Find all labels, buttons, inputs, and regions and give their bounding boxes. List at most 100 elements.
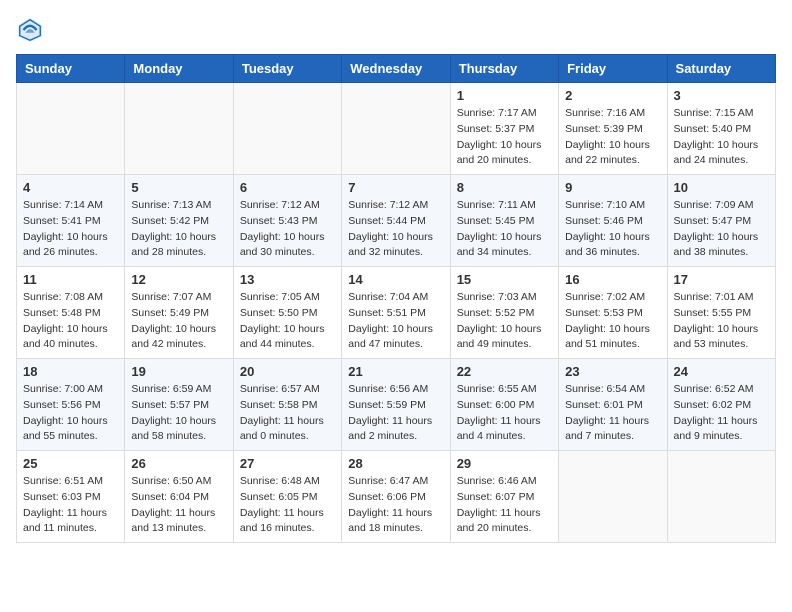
calendar-cell: 15Sunrise: 7:03 AMSunset: 5:52 PMDayligh… (450, 267, 558, 359)
day-number: 1 (457, 88, 552, 103)
day-info: Sunrise: 7:14 AMSunset: 5:41 PMDaylight:… (23, 198, 118, 261)
day-number: 8 (457, 180, 552, 195)
calendar-cell: 9Sunrise: 7:10 AMSunset: 5:46 PMDaylight… (559, 175, 667, 267)
calendar-cell: 22 Sunrise: 6:55 AMSunset: 6:00 PMDayligh… (450, 359, 558, 451)
day-info: Sunrise: 6:57 AMSunset: 5:58 PMDaylight:… (240, 382, 335, 445)
calendar-cell: 14Sunrise: 7:04 AMSunset: 5:51 PMDayligh… (342, 267, 450, 359)
calendar-cell: 5 Sunrise: 7:13 AMSunset: 5:42 PMDaylight… (125, 175, 233, 267)
calendar-week-3: 11 Sunrise: 7:08 AMSunset: 5:48 PMDayligh… (17, 267, 776, 359)
calendar-cell: 18Sunrise: 7:00 AMSunset: 5:56 PMDayligh… (17, 359, 125, 451)
day-number: 20 (240, 364, 335, 379)
calendar-cell: 23 Sunrise: 6:54 AMSunset: 6:01 PMDayligh… (559, 359, 667, 451)
calendar-cell: 12 Sunrise: 7:07 AMSunset: 5:49 PMDayligh… (125, 267, 233, 359)
calendar-cell: 19 Sunrise: 6:59 AMSunset: 5:57 PMDayligh… (125, 359, 233, 451)
calendar-cell: 16Sunrise: 7:02 AMSunset: 5:53 PMDayligh… (559, 267, 667, 359)
day-info: Sunrise: 7:17 AMSunset: 5:37 PMDaylight:… (457, 106, 552, 169)
day-number: 14 (348, 272, 443, 287)
day-info: Sunrise: 7:09 AMSunset: 5:47 PMDaylight:… (674, 198, 769, 261)
calendar-week-2: 4 Sunrise: 7:14 AMSunset: 5:41 PMDaylight… (17, 175, 776, 267)
day-number: 27 (240, 456, 335, 471)
weekday-header-sunday: Sunday (17, 55, 125, 83)
calendar-cell: 8Sunrise: 7:11 AMSunset: 5:45 PMDaylight… (450, 175, 558, 267)
day-number: 7 (348, 180, 443, 195)
calendar-cell: 2 Sunrise: 7:16 AMSunset: 5:39 PMDaylight… (559, 83, 667, 175)
logo-icon (16, 16, 44, 44)
day-info: Sunrise: 7:02 AMSunset: 5:53 PMDaylight:… (565, 290, 660, 353)
day-number: 11 (23, 272, 118, 287)
day-info: Sunrise: 7:12 AMSunset: 5:43 PMDaylight:… (240, 198, 335, 261)
day-number: 3 (674, 88, 769, 103)
day-info: Sunrise: 6:50 AMSunset: 6:04 PMDaylight:… (131, 474, 226, 537)
day-number: 10 (674, 180, 769, 195)
day-info: Sunrise: 7:08 AMSunset: 5:48 PMDaylight:… (23, 290, 118, 353)
day-info: Sunrise: 6:56 AMSunset: 5:59 PMDaylight:… (348, 382, 443, 445)
day-info: Sunrise: 7:13 AMSunset: 5:42 PMDaylight:… (131, 198, 226, 261)
day-number: 23 (565, 364, 660, 379)
day-number: 12 (131, 272, 226, 287)
weekday-header-tuesday: Tuesday (233, 55, 341, 83)
weekday-header-monday: Monday (125, 55, 233, 83)
calendar-cell: 25 Sunrise: 6:51 AMSunset: 6:03 PMDayligh… (17, 451, 125, 543)
calendar-cell: 7 Sunrise: 7:12 AMSunset: 5:44 PMDaylight… (342, 175, 450, 267)
day-number: 9 (565, 180, 660, 195)
day-info: Sunrise: 7:07 AMSunset: 5:49 PMDaylight:… (131, 290, 226, 353)
day-info: Sunrise: 7:16 AMSunset: 5:39 PMDaylight:… (565, 106, 660, 169)
calendar-cell: 1 Sunrise: 7:17 AMSunset: 5:37 PMDaylight… (450, 83, 558, 175)
weekday-header-row: SundayMondayTuesdayWednesdayThursdayFrid… (17, 55, 776, 83)
day-number: 26 (131, 456, 226, 471)
weekday-header-saturday: Saturday (667, 55, 775, 83)
calendar-cell (342, 83, 450, 175)
day-number: 15 (457, 272, 552, 287)
day-number: 5 (131, 180, 226, 195)
day-info: Sunrise: 6:48 AMSunset: 6:05 PMDaylight:… (240, 474, 335, 537)
calendar-cell (17, 83, 125, 175)
logo (16, 16, 46, 44)
day-info: Sunrise: 6:46 AMSunset: 6:07 PMDaylight:… (457, 474, 552, 537)
calendar-week-4: 18Sunrise: 7:00 AMSunset: 5:56 PMDayligh… (17, 359, 776, 451)
calendar-cell: 21 Sunrise: 6:56 AMSunset: 5:59 PMDayligh… (342, 359, 450, 451)
day-number: 28 (348, 456, 443, 471)
calendar-cell (125, 83, 233, 175)
calendar-cell: 11 Sunrise: 7:08 AMSunset: 5:48 PMDayligh… (17, 267, 125, 359)
calendar-cell (233, 83, 341, 175)
weekday-header-thursday: Thursday (450, 55, 558, 83)
day-number: 17 (674, 272, 769, 287)
weekday-header-friday: Friday (559, 55, 667, 83)
calendar-cell: 17 Sunrise: 7:01 AMSunset: 5:55 PMDayligh… (667, 267, 775, 359)
day-number: 21 (348, 364, 443, 379)
calendar-week-5: 25 Sunrise: 6:51 AMSunset: 6:03 PMDayligh… (17, 451, 776, 543)
day-number: 6 (240, 180, 335, 195)
calendar-cell: 29 Sunrise: 6:46 AMSunset: 6:07 PMDayligh… (450, 451, 558, 543)
calendar-cell: 10 Sunrise: 7:09 AMSunset: 5:47 PMDayligh… (667, 175, 775, 267)
calendar-week-1: 1 Sunrise: 7:17 AMSunset: 5:37 PMDaylight… (17, 83, 776, 175)
day-number: 25 (23, 456, 118, 471)
calendar-cell: 27 Sunrise: 6:48 AMSunset: 6:05 PMDayligh… (233, 451, 341, 543)
calendar-cell (667, 451, 775, 543)
day-info: Sunrise: 7:05 AMSunset: 5:50 PMDaylight:… (240, 290, 335, 353)
calendar-cell: 13Sunrise: 7:05 AMSunset: 5:50 PMDayligh… (233, 267, 341, 359)
day-info: Sunrise: 7:12 AMSunset: 5:44 PMDaylight:… (348, 198, 443, 261)
calendar-cell: 28 Sunrise: 6:47 AMSunset: 6:06 PMDayligh… (342, 451, 450, 543)
day-number: 29 (457, 456, 552, 471)
day-number: 19 (131, 364, 226, 379)
weekday-header-wednesday: Wednesday (342, 55, 450, 83)
day-number: 4 (23, 180, 118, 195)
day-info: Sunrise: 7:01 AMSunset: 5:55 PMDaylight:… (674, 290, 769, 353)
page-header (16, 16, 776, 44)
calendar-cell: 26 Sunrise: 6:50 AMSunset: 6:04 PMDayligh… (125, 451, 233, 543)
calendar-cell: 24Sunrise: 6:52 AMSunset: 6:02 PMDayligh… (667, 359, 775, 451)
day-info: Sunrise: 7:00 AMSunset: 5:56 PMDaylight:… (23, 382, 118, 445)
calendar-cell (559, 451, 667, 543)
day-info: Sunrise: 6:54 AMSunset: 6:01 PMDaylight:… (565, 382, 660, 445)
calendar-cell: 4 Sunrise: 7:14 AMSunset: 5:41 PMDaylight… (17, 175, 125, 267)
day-number: 22 (457, 364, 552, 379)
calendar-cell: 6 Sunrise: 7:12 AMSunset: 5:43 PMDaylight… (233, 175, 341, 267)
calendar-cell: 20 Sunrise: 6:57 AMSunset: 5:58 PMDayligh… (233, 359, 341, 451)
day-info: Sunrise: 6:59 AMSunset: 5:57 PMDaylight:… (131, 382, 226, 445)
day-info: Sunrise: 6:55 AMSunset: 6:00 PMDaylight:… (457, 382, 552, 445)
day-number: 24 (674, 364, 769, 379)
day-info: Sunrise: 6:51 AMSunset: 6:03 PMDaylight:… (23, 474, 118, 537)
day-number: 2 (565, 88, 660, 103)
day-info: Sunrise: 7:15 AMSunset: 5:40 PMDaylight:… (674, 106, 769, 169)
day-info: Sunrise: 6:47 AMSunset: 6:06 PMDaylight:… (348, 474, 443, 537)
